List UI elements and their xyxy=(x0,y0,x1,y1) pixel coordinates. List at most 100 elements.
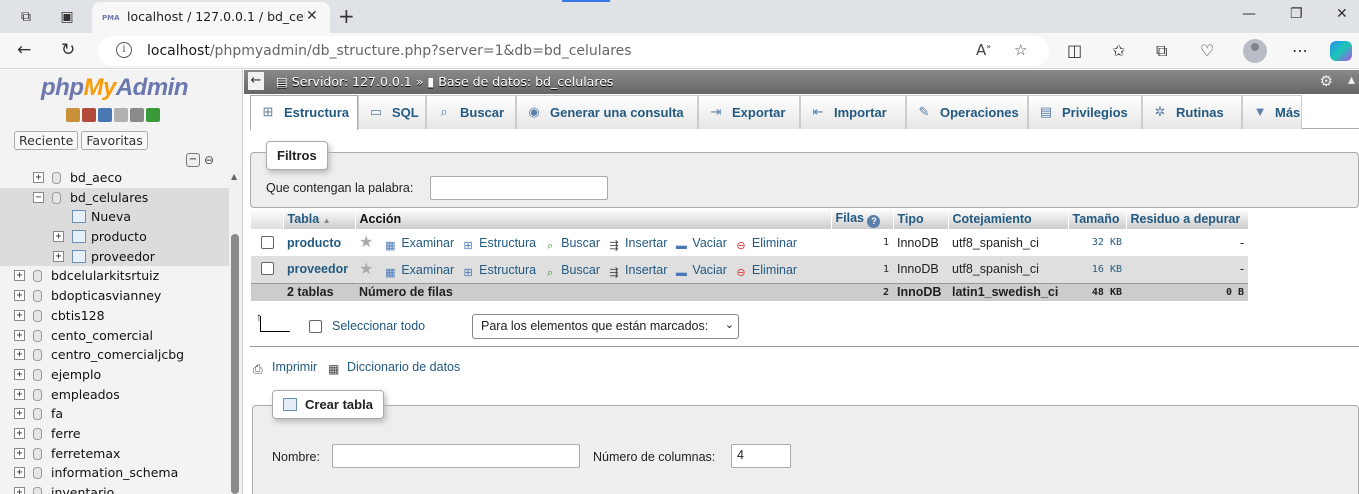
expand-icon[interactable]: + xyxy=(14,270,25,282)
url-text[interactable]: localhost/phpmyadmin/db_structure.php?se… xyxy=(147,43,632,59)
tree-item-label[interactable]: centro_comercialjcbg xyxy=(51,347,184,362)
row-checkbox[interactable] xyxy=(260,262,274,276)
phpmyadmin-logo[interactable]: phpMyAdmin xyxy=(41,74,189,102)
site-info-icon[interactable]: i xyxy=(116,42,132,58)
header-tamano[interactable]: Tamaño xyxy=(1068,209,1127,229)
refresh-icon[interactable]: ↻ xyxy=(61,40,75,60)
minimize-icon[interactable]: — xyxy=(1242,6,1256,22)
tab-actions-icon[interactable]: ▣ xyxy=(57,7,77,27)
breadcrumb-server[interactable]: Servidor: 127.0.0.1 xyxy=(292,74,412,89)
table-name-link[interactable]: producto xyxy=(287,236,341,250)
favorite-star-icon[interactable]: ★ xyxy=(359,234,373,251)
expand-icon[interactable]: + xyxy=(14,388,25,400)
database-tree-item[interactable]: + bdopticasvianney xyxy=(0,286,230,306)
expand-icon[interactable]: + xyxy=(14,349,25,361)
tree-item-label[interactable]: cento_comercial xyxy=(51,328,153,343)
expand-icon[interactable]: + xyxy=(14,467,25,479)
expand-icon[interactable]: + xyxy=(33,172,44,183)
new-table-tree-item[interactable]: Nueva xyxy=(0,207,230,228)
tree-item-label[interactable]: ejemplo xyxy=(51,367,101,382)
database-tree-item[interactable]: + ferretemax xyxy=(0,444,230,464)
structure-action[interactable]: ⊞ Estructura xyxy=(461,236,537,253)
expand-icon[interactable]: + xyxy=(53,231,64,243)
tab-estructura[interactable]: ⊞ Estructura xyxy=(250,95,358,130)
tree-item-label[interactable]: producto xyxy=(91,229,147,244)
tree-item-label[interactable]: ferretemax xyxy=(51,446,120,461)
database-tree-item[interactable]: + inventario xyxy=(0,483,230,494)
expand-icon[interactable]: + xyxy=(14,427,25,439)
close-icon[interactable]: ✕ xyxy=(306,8,318,24)
gear-icon[interactable]: ⚙ xyxy=(1320,72,1333,90)
url-bar[interactable]: i localhost/phpmyadmin/db_structure.php?… xyxy=(98,36,1049,66)
reload-icon[interactable] xyxy=(146,108,160,122)
table-name-input[interactable] xyxy=(332,444,580,468)
tree-item-label[interactable]: inventario xyxy=(51,485,114,494)
search-action[interactable]: ⌕ Buscar xyxy=(543,263,600,280)
expand-icon[interactable]: + xyxy=(14,329,25,341)
profile-icon[interactable] xyxy=(1243,39,1267,63)
header-residuo[interactable]: Residuo a depurar xyxy=(1126,209,1249,229)
split-screen-icon[interactable]: ◫ xyxy=(1067,41,1082,60)
insert-action[interactable]: ⇶ Insertar xyxy=(607,236,667,253)
tab-operaciones[interactable]: ✎ Operaciones xyxy=(906,95,1028,129)
settings-icon[interactable] xyxy=(130,108,144,122)
structure-action[interactable]: ⊞ Estructura xyxy=(461,263,537,280)
database-tree-item[interactable]: + bd_aeco xyxy=(0,168,230,188)
expand-icon[interactable]: + xyxy=(14,487,25,494)
tree-item-label[interactable]: proveedor xyxy=(91,249,155,264)
expand-icon[interactable]: + xyxy=(14,408,25,420)
tab-mas[interactable]: ▼ Más xyxy=(1242,95,1302,129)
home-icon[interactable] xyxy=(66,108,80,122)
table-size[interactable]: 16 KB xyxy=(1068,256,1126,283)
row-checkbox[interactable] xyxy=(260,235,274,249)
filter-input[interactable] xyxy=(430,176,608,200)
database-tree-item[interactable]: + bdcelularkitsrtuiz xyxy=(0,266,230,286)
select-all-label[interactable]: Seleccionar todo xyxy=(332,319,425,333)
scroll-thumb[interactable] xyxy=(231,234,239,494)
with-selected-select[interactable]: Para los elementos que están marcados: ⌄ xyxy=(472,314,739,339)
browser-tab[interactable]: PMA localhost / 127.0.0.1 / bd_celulares… xyxy=(92,2,330,33)
logout-icon[interactable] xyxy=(82,108,96,122)
table-size[interactable]: 32 KB xyxy=(1068,229,1126,256)
scroll-up-icon[interactable]: ▲ xyxy=(231,172,237,181)
nav-scrollbar[interactable]: ▲ xyxy=(229,170,241,494)
database-tree-item[interactable]: + centro_comercialjcbg xyxy=(0,345,230,365)
database-tree-item[interactable]: + cbtis128 xyxy=(0,306,230,326)
header-cotejamiento[interactable]: Cotejamiento xyxy=(948,209,1069,229)
print-link[interactable]: ⎙ Imprimir xyxy=(253,360,317,376)
header-filas[interactable]: Filas ? xyxy=(831,209,894,229)
table-name-link[interactable]: proveedor xyxy=(287,262,348,276)
window-close-icon[interactable]: ✕ xyxy=(1336,6,1348,22)
favorites-button[interactable]: Favoritas xyxy=(81,131,148,150)
tree-item-label[interactable]: information_schema xyxy=(51,465,178,480)
workspaces-icon[interactable]: ⧉ xyxy=(16,7,36,27)
database-tree-item[interactable]: − bd_celulares xyxy=(0,187,230,208)
expand-icon[interactable]: + xyxy=(53,250,64,262)
table-tree-item[interactable]: + proveedor xyxy=(0,246,230,267)
database-tree-item[interactable]: + fa xyxy=(0,404,230,424)
maximize-icon[interactable]: ❐ xyxy=(1290,6,1303,22)
more-icon[interactable]: ⋯ xyxy=(1292,41,1308,60)
tab-generar-una-consulta[interactable]: ◉ Generar una consulta xyxy=(516,95,698,129)
tree-item-label[interactable]: fa xyxy=(51,406,63,421)
favorite-icon[interactable]: ☆ xyxy=(1014,41,1027,59)
link-with-main-icon[interactable]: ⊖ xyxy=(204,153,214,167)
help-icon[interactable]: ? xyxy=(867,214,881,228)
favorites-list-icon[interactable]: ✩ xyxy=(1112,41,1125,60)
table-tree-item[interactable]: + producto xyxy=(0,227,230,247)
tab-buscar[interactable]: ⌕ Buscar xyxy=(426,95,516,129)
collapse-nav-icon[interactable]: ← xyxy=(248,72,264,90)
tab-privilegios[interactable]: ▤ Privilegios xyxy=(1028,95,1142,129)
tree-item-label[interactable]: Nueva xyxy=(91,209,131,224)
breadcrumb-database[interactable]: Base de datos: bd_celulares xyxy=(438,74,613,89)
database-tree-item[interactable]: + cento_comercial xyxy=(0,326,230,346)
new-tab-icon[interactable]: + xyxy=(338,4,355,28)
help-icon[interactable] xyxy=(98,108,112,122)
database-tree-item[interactable]: + ferre xyxy=(0,424,230,444)
collapse-icon[interactable]: − xyxy=(33,191,44,203)
tree-item-label[interactable]: empleados xyxy=(51,387,120,402)
collapse-all-icon[interactable]: − xyxy=(186,153,200,167)
tab-sql[interactable]: ▭ SQL xyxy=(358,95,426,129)
browse-action[interactable]: ▦ Examinar xyxy=(383,236,454,253)
tab-rutinas[interactable]: ✲ Rutinas xyxy=(1142,95,1242,129)
